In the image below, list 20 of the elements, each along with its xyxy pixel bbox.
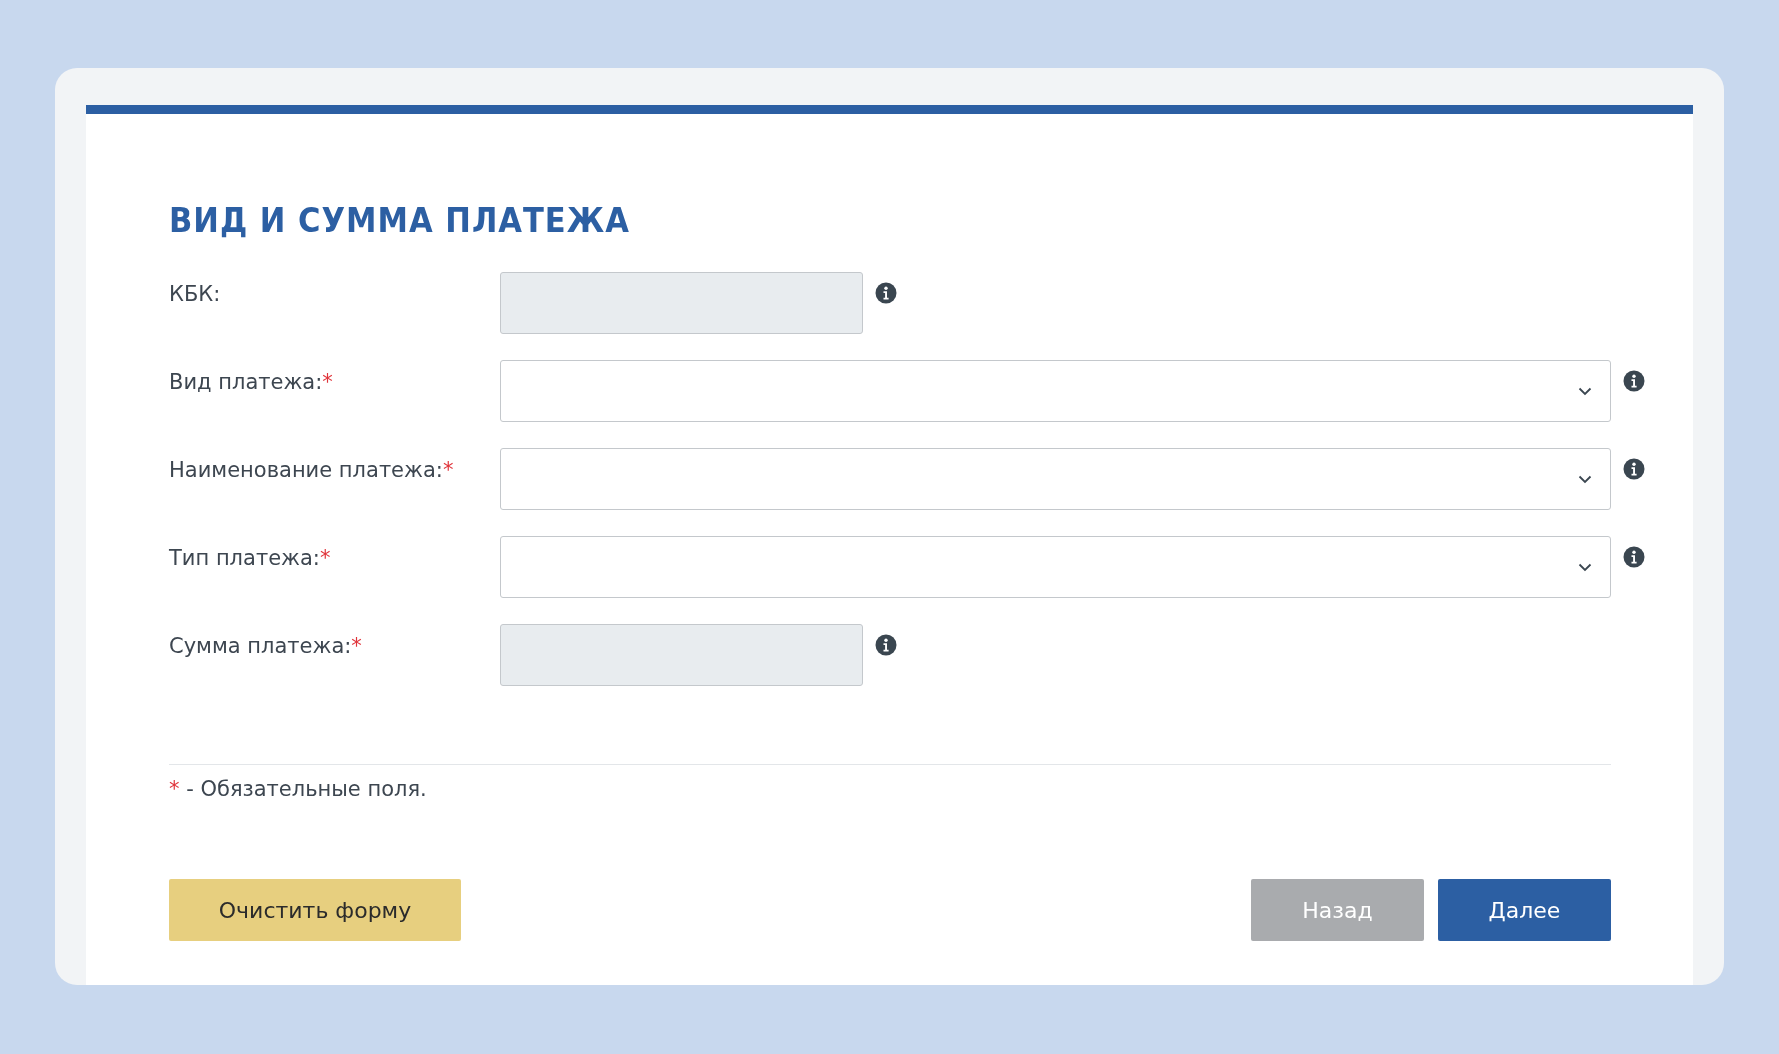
form-title: ВИД И СУММА ПЛАТЕЖА xyxy=(169,200,631,240)
field-label: Сумма платежа:* xyxy=(169,633,363,658)
select-field[interactable] xyxy=(500,448,1611,510)
chevron-down-icon xyxy=(1578,562,1592,572)
field-label: Вид платежа:* xyxy=(169,369,334,394)
chevron-down-icon xyxy=(1578,474,1592,484)
info-icon[interactable] xyxy=(1623,546,1645,568)
info-icon[interactable] xyxy=(875,634,897,656)
clear-form-button[interactable]: Очистить форму xyxy=(169,879,461,941)
chevron-down-icon xyxy=(1578,386,1592,396)
field-label: Наименование платежа:* xyxy=(169,457,455,482)
field-label: Тип платежа:* xyxy=(169,545,332,570)
select-field[interactable] xyxy=(500,360,1611,422)
info-icon[interactable] xyxy=(1623,458,1645,480)
required-note: * - Обязательные поля. xyxy=(169,777,428,801)
select-field[interactable] xyxy=(500,536,1611,598)
info-icon[interactable] xyxy=(1623,370,1645,392)
field-label: КБК: xyxy=(169,281,222,306)
info-icon[interactable] xyxy=(875,282,897,304)
next-button[interactable]: Далее xyxy=(1438,879,1611,941)
